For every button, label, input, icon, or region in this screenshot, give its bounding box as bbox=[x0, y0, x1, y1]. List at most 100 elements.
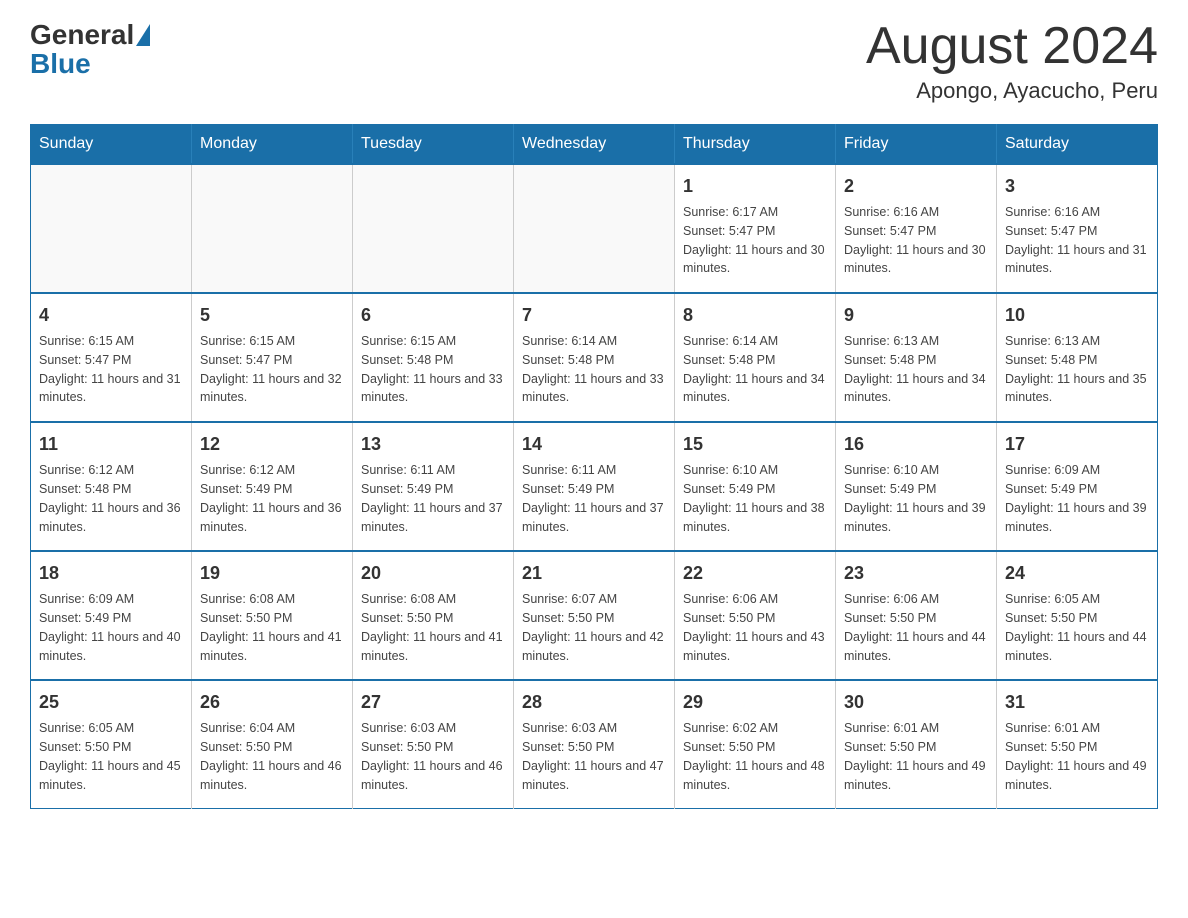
calendar-cell: 11 Sunrise: 6:12 AMSunset: 5:48 PMDayligh… bbox=[31, 422, 192, 551]
day-number: 26 bbox=[200, 689, 344, 715]
calendar-cell bbox=[353, 164, 514, 293]
day-number: 30 bbox=[844, 689, 988, 715]
calendar-cell: 24 Sunrise: 6:05 AMSunset: 5:50 PMDayligh… bbox=[997, 551, 1158, 680]
day-info: Sunrise: 6:05 AMSunset: 5:50 PMDaylight:… bbox=[1005, 590, 1149, 665]
day-of-week-header: Tuesday bbox=[353, 125, 514, 165]
day-number: 16 bbox=[844, 431, 988, 457]
calendar-cell: 15 Sunrise: 6:10 AMSunset: 5:49 PMDayligh… bbox=[675, 422, 836, 551]
calendar-cell: 25Sunrise: 6:05 AMSunset: 5:50 PMDayligh… bbox=[31, 680, 192, 809]
day-number: 11 bbox=[39, 431, 183, 457]
calendar-week-row: 1 Sunrise: 6:17 AMSunset: 5:47 PMDaylight… bbox=[31, 164, 1158, 293]
calendar-cell: 29Sunrise: 6:02 AMSunset: 5:50 PMDayligh… bbox=[675, 680, 836, 809]
day-of-week-header: Wednesday bbox=[514, 125, 675, 165]
day-info: Sunrise: 6:15 AMSunset: 5:47 PMDaylight:… bbox=[200, 332, 344, 407]
day-number: 7 bbox=[522, 302, 666, 328]
calendar-cell: 19Sunrise: 6:08 AMSunset: 5:50 PMDayligh… bbox=[192, 551, 353, 680]
calendar-cell: 26 Sunrise: 6:04 AMSunset: 5:50 PMDayligh… bbox=[192, 680, 353, 809]
calendar-week-row: 18Sunrise: 6:09 AMSunset: 5:49 PMDayligh… bbox=[31, 551, 1158, 680]
day-info: Sunrise: 6:03 AMSunset: 5:50 PMDaylight:… bbox=[361, 719, 505, 794]
day-info: Sunrise: 6:12 AMSunset: 5:49 PMDaylight:… bbox=[200, 461, 344, 536]
day-info: Sunrise: 6:15 AMSunset: 5:48 PMDaylight:… bbox=[361, 332, 505, 407]
page-header: General Blue August 2024 Apongo, Ayacuch… bbox=[30, 20, 1158, 104]
day-number: 23 bbox=[844, 560, 988, 586]
calendar-cell: 31Sunrise: 6:01 AMSunset: 5:50 PMDayligh… bbox=[997, 680, 1158, 809]
calendar-cell: 18Sunrise: 6:09 AMSunset: 5:49 PMDayligh… bbox=[31, 551, 192, 680]
day-info: Sunrise: 6:02 AMSunset: 5:50 PMDaylight:… bbox=[683, 719, 827, 794]
calendar-cell: 7Sunrise: 6:14 AMSunset: 5:48 PMDaylight… bbox=[514, 293, 675, 422]
calendar-cell: 1 Sunrise: 6:17 AMSunset: 5:47 PMDaylight… bbox=[675, 164, 836, 293]
day-info: Sunrise: 6:01 AMSunset: 5:50 PMDaylight:… bbox=[844, 719, 988, 794]
calendar-cell: 28 Sunrise: 6:03 AMSunset: 5:50 PMDayligh… bbox=[514, 680, 675, 809]
calendar-cell: 9 Sunrise: 6:13 AMSunset: 5:48 PMDaylight… bbox=[836, 293, 997, 422]
calendar-cell: 2 Sunrise: 6:16 AMSunset: 5:47 PMDaylight… bbox=[836, 164, 997, 293]
day-number: 20 bbox=[361, 560, 505, 586]
days-of-week-row: SundayMondayTuesdayWednesdayThursdayFrid… bbox=[31, 125, 1158, 165]
day-of-week-header: Sunday bbox=[31, 125, 192, 165]
calendar-body: 1 Sunrise: 6:17 AMSunset: 5:47 PMDaylight… bbox=[31, 164, 1158, 809]
calendar-cell: 21 Sunrise: 6:07 AMSunset: 5:50 PMDayligh… bbox=[514, 551, 675, 680]
calendar-cell: 14 Sunrise: 6:11 AMSunset: 5:49 PMDayligh… bbox=[514, 422, 675, 551]
day-number: 10 bbox=[1005, 302, 1149, 328]
day-of-week-header: Thursday bbox=[675, 125, 836, 165]
calendar-cell: 20 Sunrise: 6:08 AMSunset: 5:50 PMDayligh… bbox=[353, 551, 514, 680]
calendar-cell: 17 Sunrise: 6:09 AMSunset: 5:49 PMDayligh… bbox=[997, 422, 1158, 551]
day-number: 6 bbox=[361, 302, 505, 328]
day-number: 27 bbox=[361, 689, 505, 715]
day-info: Sunrise: 6:08 AMSunset: 5:50 PMDaylight:… bbox=[361, 590, 505, 665]
day-info: Sunrise: 6:01 AMSunset: 5:50 PMDaylight:… bbox=[1005, 719, 1149, 794]
day-info: Sunrise: 6:10 AMSunset: 5:49 PMDaylight:… bbox=[844, 461, 988, 536]
day-info: Sunrise: 6:09 AMSunset: 5:49 PMDaylight:… bbox=[39, 590, 183, 665]
day-info: Sunrise: 6:07 AMSunset: 5:50 PMDaylight:… bbox=[522, 590, 666, 665]
day-info: Sunrise: 6:10 AMSunset: 5:49 PMDaylight:… bbox=[683, 461, 827, 536]
day-number: 12 bbox=[200, 431, 344, 457]
day-info: Sunrise: 6:03 AMSunset: 5:50 PMDaylight:… bbox=[522, 719, 666, 794]
day-info: Sunrise: 6:11 AMSunset: 5:49 PMDaylight:… bbox=[361, 461, 505, 536]
calendar-cell: 6 Sunrise: 6:15 AMSunset: 5:48 PMDaylight… bbox=[353, 293, 514, 422]
calendar-table: SundayMondayTuesdayWednesdayThursdayFrid… bbox=[30, 124, 1158, 809]
day-number: 2 bbox=[844, 173, 988, 199]
day-info: Sunrise: 6:13 AMSunset: 5:48 PMDaylight:… bbox=[844, 332, 988, 407]
logo: General Blue bbox=[30, 20, 150, 80]
day-number: 22 bbox=[683, 560, 827, 586]
day-info: Sunrise: 6:09 AMSunset: 5:49 PMDaylight:… bbox=[1005, 461, 1149, 536]
day-info: Sunrise: 6:14 AMSunset: 5:48 PMDaylight:… bbox=[683, 332, 827, 407]
calendar-cell: 27 Sunrise: 6:03 AMSunset: 5:50 PMDayligh… bbox=[353, 680, 514, 809]
day-of-week-header: Monday bbox=[192, 125, 353, 165]
calendar-week-row: 4Sunrise: 6:15 AMSunset: 5:47 PMDaylight… bbox=[31, 293, 1158, 422]
day-number: 28 bbox=[522, 689, 666, 715]
calendar-cell: 5 Sunrise: 6:15 AMSunset: 5:47 PMDaylight… bbox=[192, 293, 353, 422]
day-info: Sunrise: 6:17 AMSunset: 5:47 PMDaylight:… bbox=[683, 203, 827, 278]
day-number: 24 bbox=[1005, 560, 1149, 586]
calendar-header: SundayMondayTuesdayWednesdayThursdayFrid… bbox=[31, 125, 1158, 165]
day-info: Sunrise: 6:04 AMSunset: 5:50 PMDaylight:… bbox=[200, 719, 344, 794]
calendar-cell: 16 Sunrise: 6:10 AMSunset: 5:49 PMDayligh… bbox=[836, 422, 997, 551]
day-info: Sunrise: 6:06 AMSunset: 5:50 PMDaylight:… bbox=[844, 590, 988, 665]
logo-triangle-icon bbox=[136, 24, 150, 46]
calendar-cell: 13 Sunrise: 6:11 AMSunset: 5:49 PMDayligh… bbox=[353, 422, 514, 551]
day-number: 13 bbox=[361, 431, 505, 457]
day-number: 3 bbox=[1005, 173, 1149, 199]
day-number: 5 bbox=[200, 302, 344, 328]
day-info: Sunrise: 6:12 AMSunset: 5:48 PMDaylight:… bbox=[39, 461, 183, 536]
logo-blue-text: Blue bbox=[30, 49, 150, 80]
day-number: 15 bbox=[683, 431, 827, 457]
day-number: 9 bbox=[844, 302, 988, 328]
calendar-cell: 10Sunrise: 6:13 AMSunset: 5:48 PMDayligh… bbox=[997, 293, 1158, 422]
day-number: 25 bbox=[39, 689, 183, 715]
day-number: 1 bbox=[683, 173, 827, 199]
calendar-cell: 12 Sunrise: 6:12 AMSunset: 5:49 PMDayligh… bbox=[192, 422, 353, 551]
calendar-cell bbox=[514, 164, 675, 293]
day-number: 17 bbox=[1005, 431, 1149, 457]
day-info: Sunrise: 6:11 AMSunset: 5:49 PMDaylight:… bbox=[522, 461, 666, 536]
day-info: Sunrise: 6:16 AMSunset: 5:47 PMDaylight:… bbox=[844, 203, 988, 278]
calendar-week-row: 11 Sunrise: 6:12 AMSunset: 5:48 PMDayligh… bbox=[31, 422, 1158, 551]
day-number: 21 bbox=[522, 560, 666, 586]
calendar-cell: 3Sunrise: 6:16 AMSunset: 5:47 PMDaylight… bbox=[997, 164, 1158, 293]
calendar-title: August 2024 bbox=[866, 20, 1158, 72]
day-info: Sunrise: 6:08 AMSunset: 5:50 PMDaylight:… bbox=[200, 590, 344, 665]
calendar-cell bbox=[192, 164, 353, 293]
logo-general-text: General bbox=[30, 20, 134, 51]
day-number: 14 bbox=[522, 431, 666, 457]
calendar-cell bbox=[31, 164, 192, 293]
calendar-cell: 23 Sunrise: 6:06 AMSunset: 5:50 PMDayligh… bbox=[836, 551, 997, 680]
